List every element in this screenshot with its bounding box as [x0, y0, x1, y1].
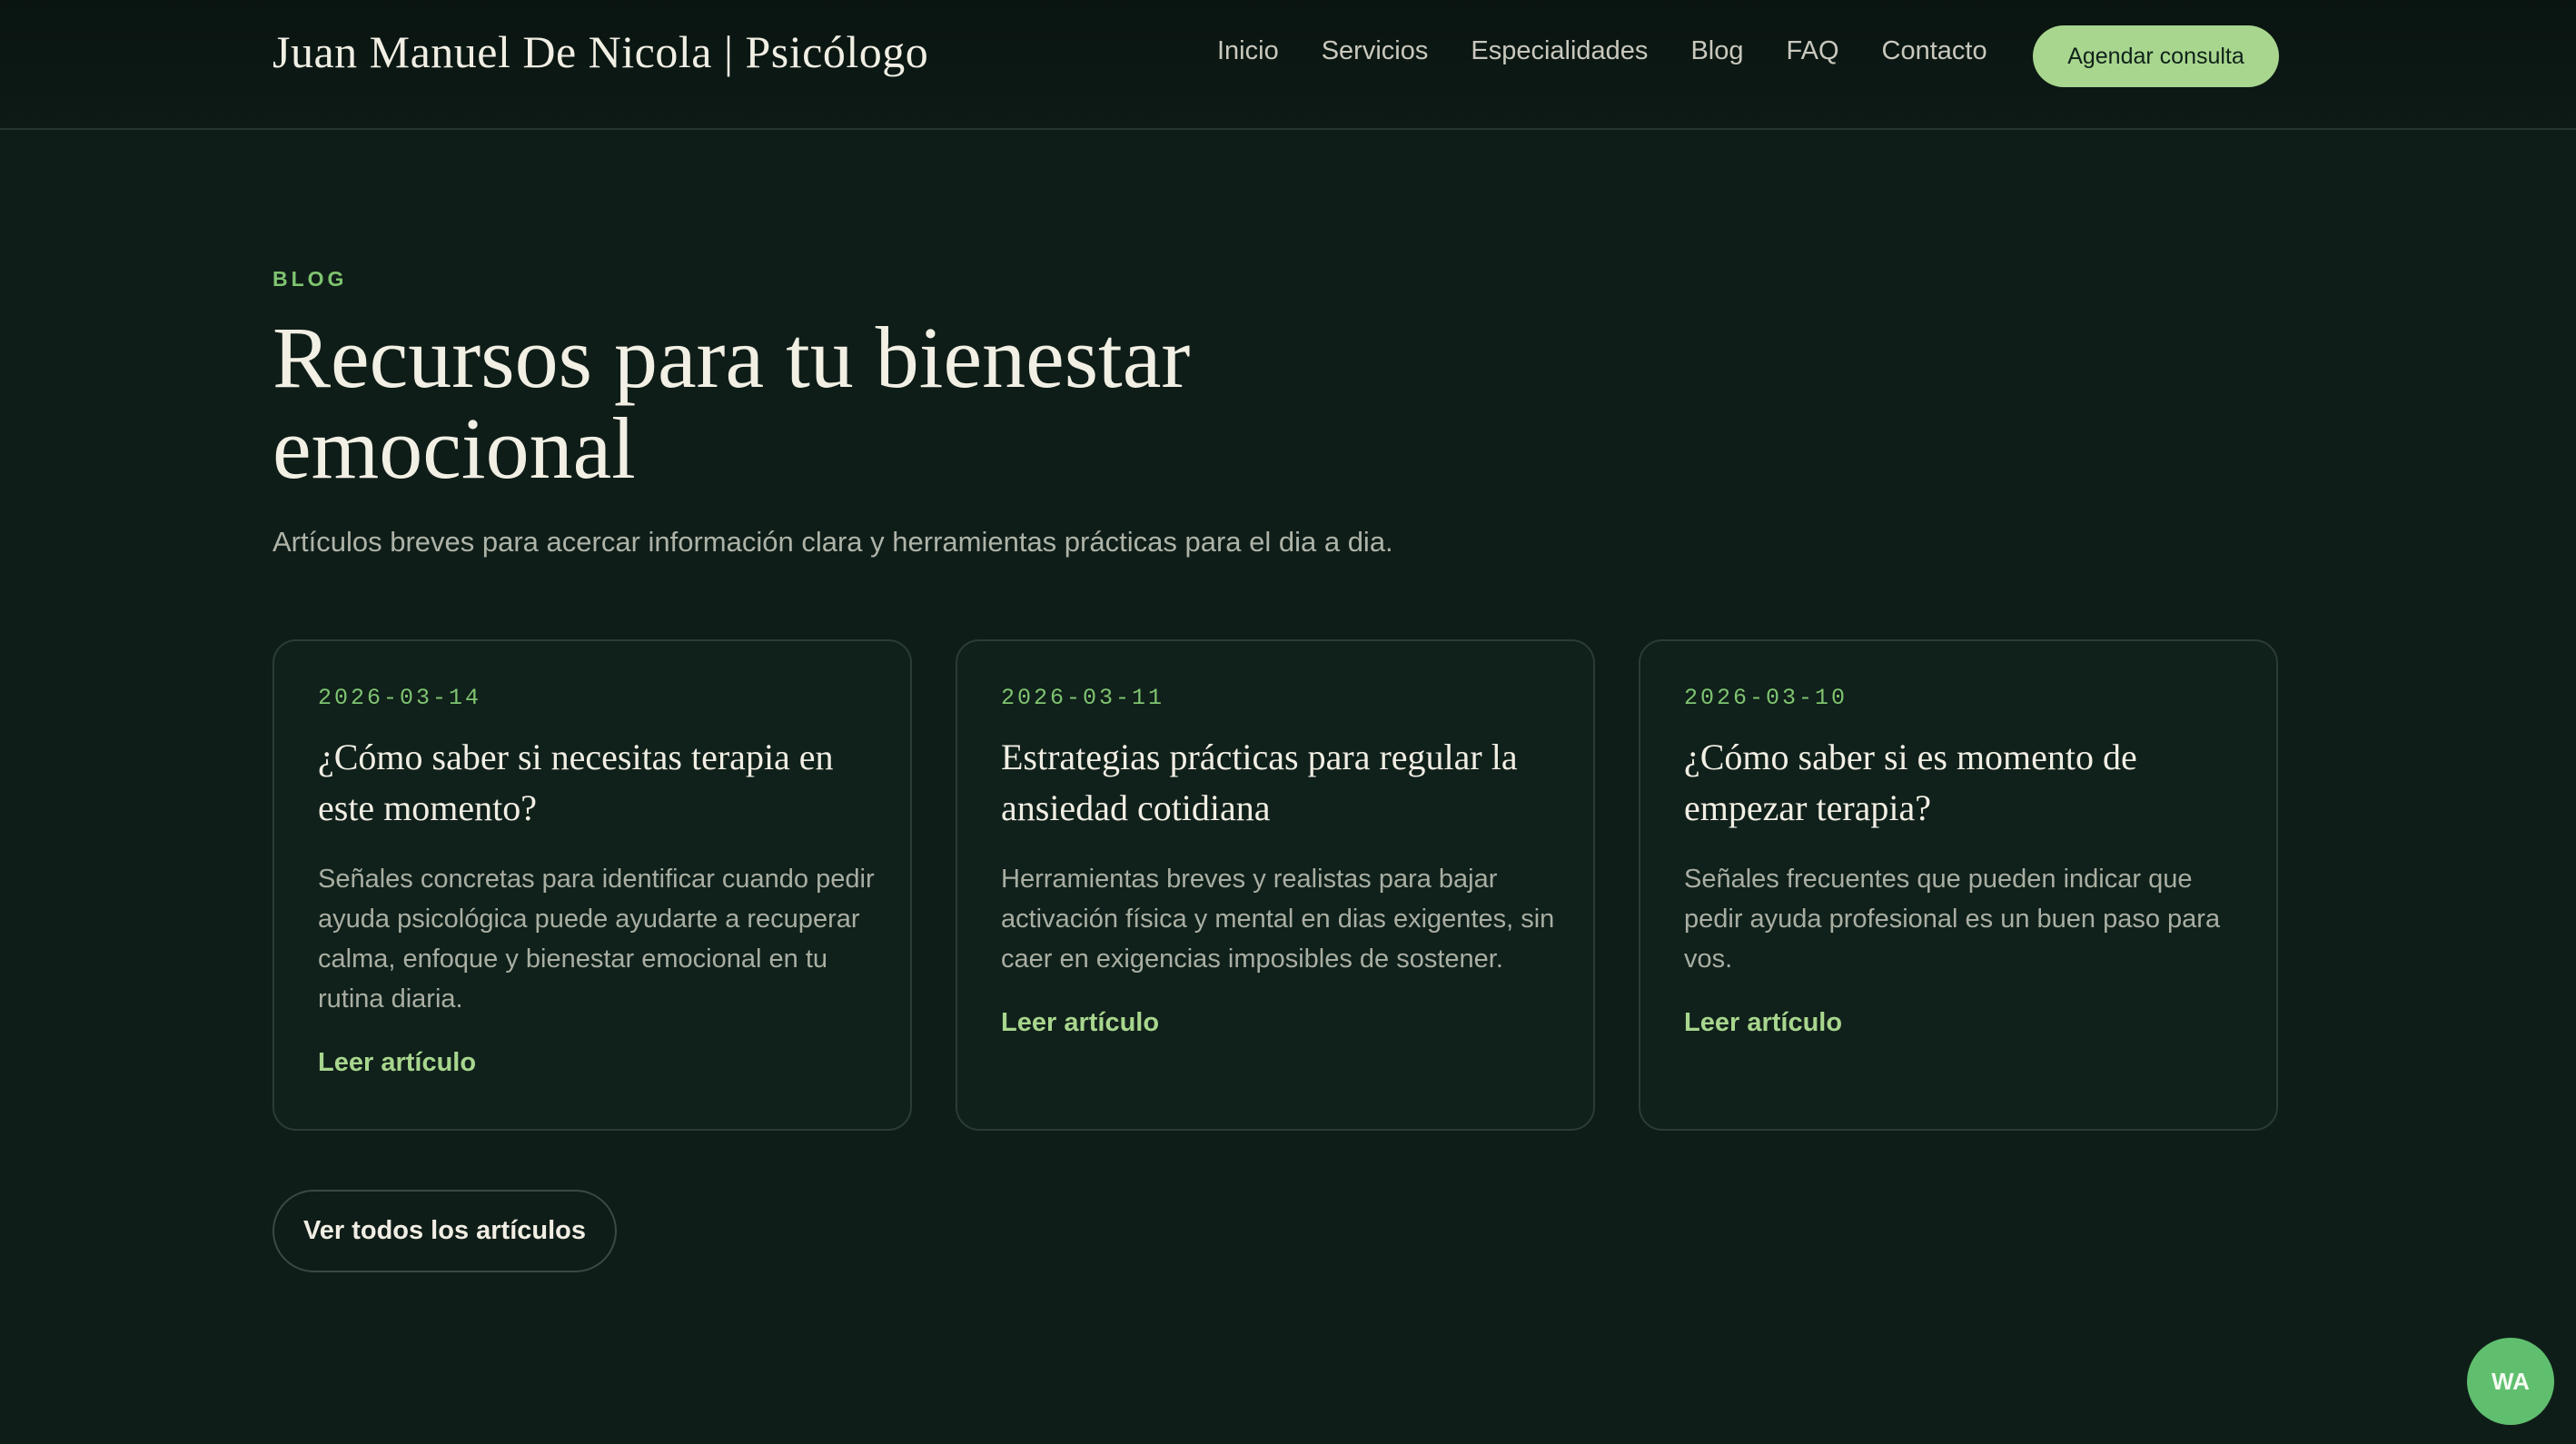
page-title: Recursos para tu bienestar emocional [272, 309, 1191, 497]
article-title[interactable]: ¿Cómo saber si necesitas terapia en este… [318, 732, 881, 834]
nav-link-servicios[interactable]: Servicios [1322, 36, 1429, 66]
article-date: 2026-03-11 [1001, 685, 1165, 711]
site-header: Juan Manuel De Nicola | Psicólogo Inicio… [0, 0, 2576, 130]
nav-link-inicio[interactable]: Inicio [1217, 36, 1279, 66]
book-consultation-button[interactable]: Agendar consulta [2033, 25, 2279, 87]
article-card[interactable]: 2026-03-11 Estrategias prácticas para re… [956, 639, 1595, 1131]
article-date: 2026-03-14 [318, 685, 482, 711]
main-nav: Inicio Servicios Especialidades Blog FAQ… [1217, 36, 1987, 66]
article-title[interactable]: ¿Cómo saber si es momento de empezar ter… [1684, 732, 2247, 834]
read-article-link[interactable]: Leer artículo [1001, 1008, 1159, 1038]
nav-link-contacto[interactable]: Contacto [1882, 36, 1987, 66]
page-subtitle: Artículos breves para acercar informació… [272, 526, 1393, 558]
nav-link-especialidades[interactable]: Especialidades [1471, 36, 1648, 66]
nav-link-faq[interactable]: FAQ [1786, 36, 1838, 66]
view-all-articles-button[interactable]: Ver todos los artículos [272, 1190, 617, 1272]
article-title[interactable]: Estrategias prácticas para regular la an… [1001, 732, 1564, 834]
site-brand[interactable]: Juan Manuel De Nicola | Psicólogo [272, 25, 928, 78]
nav-link-blog[interactable]: Blog [1690, 36, 1743, 66]
read-article-link[interactable]: Leer artículo [318, 1048, 476, 1078]
article-card[interactable]: 2026-03-14 ¿Cómo saber si necesitas tera… [272, 639, 912, 1131]
article-excerpt: Señales frecuentes que pueden indicar qu… [1684, 865, 2221, 974]
whatsapp-button[interactable]: WA [2467, 1338, 2554, 1425]
section-eyebrow: BLOG [272, 267, 348, 291]
article-excerpt: Señales concretas para identificar cuand… [318, 865, 875, 1014]
read-article-link[interactable]: Leer artículo [1684, 1008, 1842, 1038]
article-date: 2026-03-10 [1684, 685, 1848, 711]
article-card[interactable]: 2026-03-10 ¿Cómo saber si es momento de … [1639, 639, 2278, 1131]
article-excerpt: Herramientas breves y realistas para baj… [1001, 865, 1555, 974]
